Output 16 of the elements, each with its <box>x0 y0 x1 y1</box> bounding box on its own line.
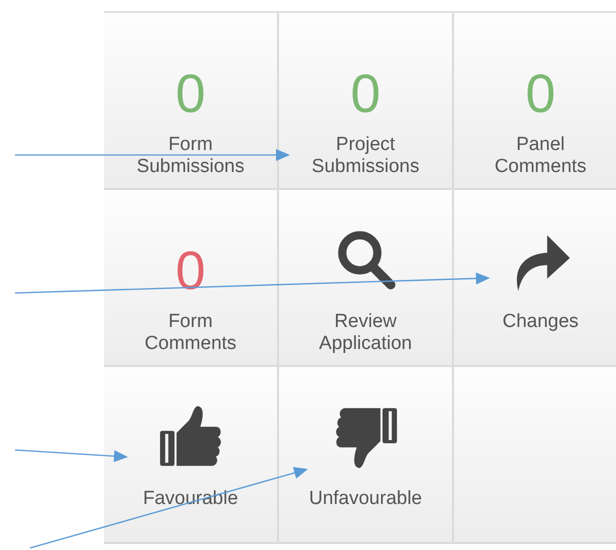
dashboard-tile[interactable]: 0 Form Comments <box>104 190 279 367</box>
tile-label: Form Comments <box>144 311 236 355</box>
tile-label: Panel Comments <box>494 134 586 178</box>
count-text: 0 <box>175 64 206 124</box>
count-text: 0 <box>525 64 556 124</box>
dashboard-tile[interactable]: Unfavourable <box>279 367 454 544</box>
tile-label: Changes <box>502 311 579 334</box>
tile-label: Unfavourable <box>308 488 422 511</box>
dashboard-tile[interactable]: Review Application <box>279 190 454 367</box>
tile-label: Project Submissions <box>312 134 420 178</box>
tile-label: Review Application <box>319 311 412 355</box>
tile-label: Form Submissions <box>136 134 244 178</box>
dashboard-tile[interactable]: 0 Form Submissions <box>104 13 279 190</box>
dashboard-tile[interactable]: 0 Project Submissions <box>279 13 454 190</box>
count-text: 0 <box>350 64 381 124</box>
count-text: 0 <box>175 241 206 301</box>
